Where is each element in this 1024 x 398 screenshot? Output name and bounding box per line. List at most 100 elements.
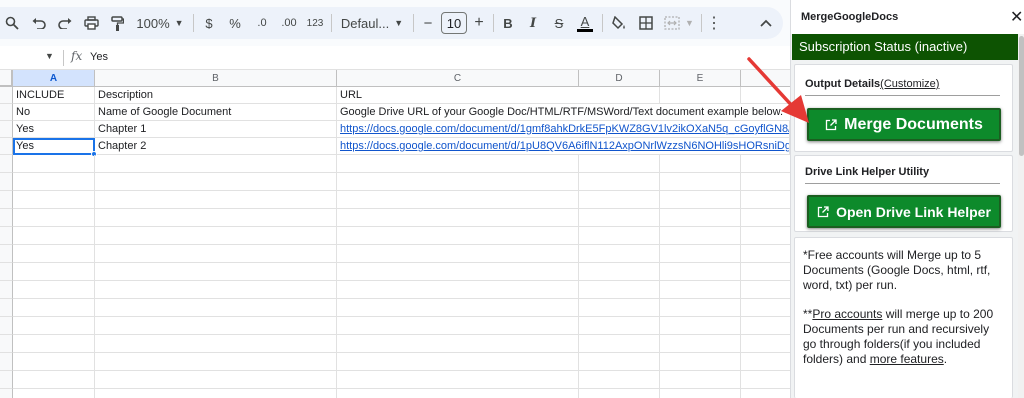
empty-cell[interactable] [660, 173, 741, 191]
row-header[interactable] [0, 121, 13, 138]
decrease-font-size-button[interactable]: − [419, 10, 437, 36]
empty-cell[interactable] [337, 281, 579, 299]
empty-cell[interactable] [660, 209, 741, 227]
column-header-e[interactable]: E [660, 70, 741, 87]
empty-cell[interactable] [660, 245, 741, 263]
empty-cell[interactable] [337, 353, 579, 371]
cell-a3[interactable]: Yes▼ [13, 121, 95, 138]
cell-b4[interactable]: Chapter 2 [95, 138, 337, 155]
empty-cell[interactable] [579, 317, 660, 335]
borders-button[interactable] [636, 10, 656, 36]
empty-cell[interactable] [741, 281, 790, 299]
empty-cell[interactable] [741, 353, 790, 371]
empty-cell[interactable] [660, 299, 741, 317]
zoom-select[interactable]: 100% ▼ [134, 10, 186, 36]
empty-cell[interactable] [660, 155, 741, 173]
increase-font-size-button[interactable]: + [470, 10, 488, 36]
more-features-link[interactable]: more features [870, 352, 944, 366]
row-header[interactable] [0, 155, 13, 173]
empty-cell[interactable]: ▼ [13, 281, 95, 299]
empty-cell[interactable] [741, 227, 790, 245]
empty-cell[interactable] [660, 281, 741, 299]
undo-button[interactable] [28, 10, 50, 36]
empty-cell[interactable] [579, 353, 660, 371]
currency-format-button[interactable]: $ [200, 10, 218, 36]
empty-cell[interactable] [337, 317, 579, 335]
empty-cell[interactable] [95, 263, 337, 281]
empty-cell[interactable]: ▼ [13, 227, 95, 245]
cell-a1[interactable]: INCLUDE [13, 87, 95, 104]
empty-cell[interactable]: ▼ [13, 155, 95, 173]
empty-cell[interactable]: ▼ [13, 191, 95, 209]
empty-cell[interactable] [337, 371, 579, 389]
empty-cell[interactable] [660, 353, 741, 371]
row-header[interactable] [0, 299, 13, 317]
empty-cell[interactable] [660, 87, 741, 104]
empty-cell[interactable] [95, 353, 337, 371]
empty-cell[interactable] [660, 317, 741, 335]
empty-cell[interactable] [337, 335, 579, 353]
empty-cell[interactable] [95, 227, 337, 245]
text-color-button[interactable]: A [575, 10, 595, 36]
empty-cell[interactable] [660, 389, 741, 398]
namebox-caret-icon[interactable]: ▼ [45, 51, 54, 61]
row-header[interactable] [0, 87, 13, 104]
column-header-d[interactable]: D [579, 70, 660, 87]
empty-cell[interactable]: ▼ [13, 353, 95, 371]
empty-cell[interactable] [95, 335, 337, 353]
column-header-c[interactable]: C [337, 70, 579, 87]
empty-cell[interactable] [660, 227, 741, 245]
font-size-input[interactable]: 10 [441, 12, 467, 34]
empty-cell[interactable] [741, 173, 790, 191]
empty-cell[interactable]: ▼ [13, 317, 95, 335]
merge-documents-button[interactable]: Merge Documents [807, 108, 1001, 141]
empty-cell[interactable] [579, 155, 660, 173]
empty-cell[interactable] [741, 245, 790, 263]
row-header[interactable] [0, 227, 13, 245]
empty-cell[interactable] [660, 371, 741, 389]
empty-cell[interactable] [741, 371, 790, 389]
empty-cell[interactable] [579, 335, 660, 353]
row-header[interactable] [0, 281, 13, 299]
pro-accounts-link[interactable]: Pro accounts [812, 307, 882, 321]
number-format-button[interactable]: 123 [304, 10, 326, 36]
empty-cell[interactable] [579, 299, 660, 317]
empty-cell[interactable] [337, 209, 579, 227]
formula-input[interactable]: Yes [90, 51, 108, 63]
row-header[interactable] [0, 317, 13, 335]
empty-cell[interactable] [337, 227, 579, 245]
empty-cell[interactable] [741, 191, 790, 209]
row-header[interactable] [0, 209, 13, 227]
column-header-b[interactable]: B [95, 70, 337, 87]
empty-cell[interactable] [95, 245, 337, 263]
empty-cell[interactable] [337, 299, 579, 317]
search-menus-button[interactable] [2, 10, 22, 36]
row-header[interactable] [0, 245, 13, 263]
empty-cell[interactable] [337, 173, 579, 191]
row-header[interactable] [0, 353, 13, 371]
empty-cell[interactable] [95, 299, 337, 317]
empty-cell[interactable] [741, 299, 790, 317]
empty-cell[interactable] [579, 245, 660, 263]
empty-cell[interactable]: ▼ [13, 335, 95, 353]
increase-decimal-button[interactable]: .00 [276, 10, 302, 36]
decrease-decimal-button[interactable]: .0 [250, 10, 274, 36]
cell-c1[interactable]: URL [337, 87, 579, 104]
empty-cell[interactable]: ▼ [13, 299, 95, 317]
print-button[interactable] [80, 10, 102, 36]
column-header-f[interactable] [741, 70, 790, 87]
open-drive-link-helper-button[interactable]: Open Drive Link Helper [807, 195, 1001, 228]
italic-button[interactable]: I [524, 10, 542, 36]
empty-cell[interactable] [95, 281, 337, 299]
row-header[interactable] [0, 389, 13, 398]
row-header[interactable] [0, 371, 13, 389]
cell-a2[interactable]: No▼ [13, 104, 95, 121]
empty-cell[interactable] [579, 371, 660, 389]
empty-cell[interactable]: ▼ [13, 389, 95, 398]
cell-b2[interactable]: Name of Google Document [95, 104, 337, 121]
doc-link[interactable]: https://docs.google.com/document/d/1pU8Q… [340, 140, 789, 152]
empty-cell[interactable] [579, 173, 660, 191]
empty-cell[interactable] [337, 245, 579, 263]
empty-cell[interactable] [579, 227, 660, 245]
empty-cell[interactable] [95, 389, 337, 398]
